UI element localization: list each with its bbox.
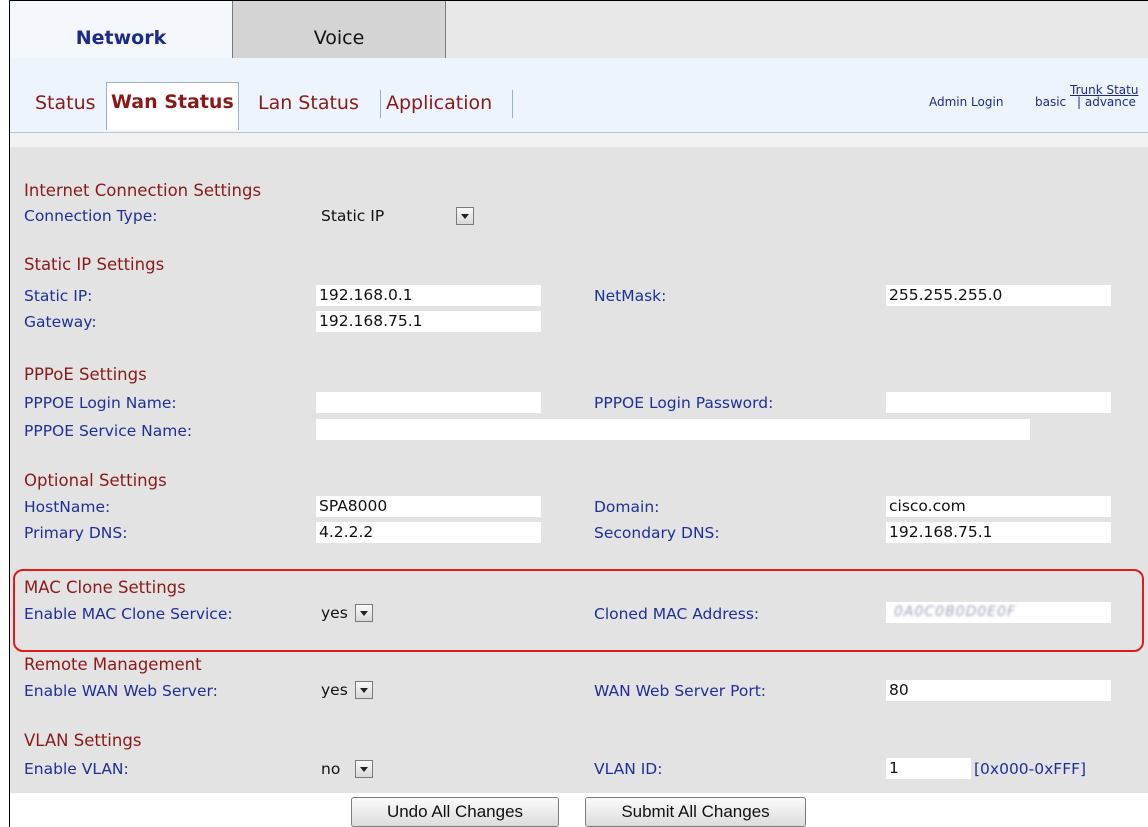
pppoe-login-password-label: PPPOE Login Password: [594,394,774,412]
connection-type-label: Connection Type: [24,207,158,225]
panel-top-strip [10,133,1148,147]
wan-web-port-label: WAN Web Server Port: [594,682,767,700]
subtab-divider [512,90,513,118]
wan-web-port-input[interactable]: 80 [886,680,1111,701]
pppoe-login-name-label: PPPOE Login Name: [24,394,177,412]
enable-mac-clone-select[interactable]: yes [316,603,396,624]
pppoe-service-name-input[interactable] [316,419,1030,440]
pppoe-service-name-label: PPPOE Service Name: [24,422,193,440]
tab-voice[interactable]: Voice [232,1,446,58]
gateway-input[interactable]: 192.168.75.1 [316,311,541,332]
section-title-mac-clone: MAC Clone Settings [24,578,186,597]
chevron-down-icon[interactable] [355,760,373,778]
page-frame: Network Voice Status Wan Status Lan Stat… [9,0,1148,827]
subtab-application[interactable]: Application [386,92,492,114]
domain-input[interactable]: cisco.com [886,496,1111,517]
connection-type-value: Static IP [321,207,385,225]
section-title-optional: Optional Settings [24,471,167,490]
enable-vlan-label: Enable VLAN: [24,760,129,778]
subtab-lan-status[interactable]: Lan Status [258,92,359,114]
chevron-down-icon[interactable] [456,207,474,225]
section-title-internet: Internet Connection Settings [24,181,262,200]
vlan-id-range-hint: [0x000-0xFFF] [974,760,1087,778]
chevron-down-icon[interactable] [355,604,373,622]
chevron-down-icon[interactable] [355,681,373,699]
basic-view-link[interactable]: basic [1035,95,1066,109]
secondary-dns-input[interactable]: 192.168.75.1 [886,522,1111,543]
tab-network-label: Network [75,27,167,49]
button-bar [10,793,1148,827]
enable-wan-web-value: yes [321,681,348,699]
enable-mac-clone-value: yes [321,604,348,622]
submit-all-changes-button[interactable]: Submit All Changes [585,797,806,827]
hostname-input[interactable]: SPA8000 [316,496,541,517]
top-tab-bar: Network Voice [10,1,1148,58]
static-ip-input[interactable]: 192.168.0.1 [316,285,541,306]
advanced-view-link[interactable]: | advance [1077,95,1136,109]
section-title-remote: Remote Management [24,655,202,674]
hostname-label: HostName: [24,498,111,516]
netmask-label: NetMask: [594,287,667,305]
tab-voice-label: Voice [313,27,365,49]
section-title-vlan: VLAN Settings [24,731,142,750]
undo-all-changes-button[interactable]: Undo All Changes [351,797,559,827]
enable-wan-web-select[interactable]: yes [316,680,396,701]
cloned-mac-label: Cloned MAC Address: [594,605,760,623]
enable-vlan-value: no [321,760,341,778]
enable-mac-clone-label: Enable MAC Clone Service: [24,605,233,623]
connection-type-select[interactable]: Static IP [318,206,488,227]
subtab-status[interactable]: Status [35,92,96,114]
pppoe-login-name-input[interactable] [316,392,541,413]
enable-wan-web-label: Enable WAN Web Server: [24,682,218,700]
subtab-divider [380,90,381,118]
domain-label: Domain: [594,498,660,516]
cloned-mac-value-blurred: 0A0C0B0D0E0F [894,604,1017,620]
secondary-dns-label: Secondary DNS: [594,524,720,542]
primary-dns-input[interactable]: 4.2.2.2 [316,522,541,543]
netmask-input[interactable]: 255.255.255.0 [886,285,1111,306]
enable-vlan-select[interactable]: no [316,759,396,780]
pppoe-login-password-input[interactable] [886,392,1111,413]
section-title-pppoe: PPPoE Settings [24,365,147,384]
vlan-id-label: VLAN ID: [594,760,663,778]
tab-network[interactable]: Network [10,1,232,58]
section-title-static-ip: Static IP Settings [24,255,165,274]
primary-dns-label: Primary DNS: [24,524,128,542]
admin-login-link[interactable]: Admin Login [929,95,1003,109]
subtab-wan-status[interactable]: Wan Status [106,82,239,130]
vlan-id-input[interactable]: 1 [886,758,971,779]
static-ip-label: Static IP: [24,287,93,305]
gateway-label: Gateway: [24,313,97,331]
cloned-mac-input[interactable]: 0A0C0B0D0E0F [886,602,1111,623]
